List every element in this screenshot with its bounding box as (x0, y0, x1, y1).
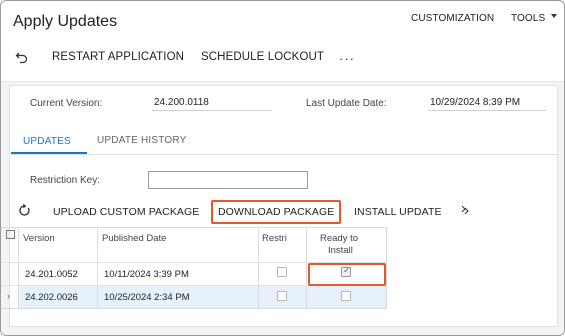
chevron-down-icon[interactable] (551, 14, 557, 18)
fit-columns-icon[interactable] (461, 205, 470, 215)
tabs-divider (10, 154, 557, 155)
column-header-ready-to[interactable]: Ready to (320, 233, 358, 244)
column-divider (97, 227, 98, 309)
row-2-published-date: 10/25/2024 2:34 PM (104, 292, 190, 303)
current-version-label: Current Version: (30, 98, 103, 109)
last-update-date-label: Last Update Date: (306, 98, 387, 109)
row-2-ready-checkbox[interactable] (341, 291, 351, 301)
tab-update-history[interactable]: UPDATE HISTORY (97, 135, 187, 146)
refresh-icon[interactable] (18, 204, 31, 217)
upload-custom-package-button[interactable]: UPLOAD CUSTOM PACKAGE (53, 206, 199, 218)
column-header-restricted[interactable]: Restri (262, 233, 287, 244)
column-divider (18, 227, 19, 309)
row-1-published-date: 10/11/2024 3:39 PM (104, 269, 189, 280)
customization-menu[interactable]: CUSTOMIZATION (411, 13, 494, 24)
more-options-icon[interactable]: ··· (339, 51, 355, 66)
column-divider (306, 227, 307, 309)
row-1-restricted-checkbox[interactable] (277, 267, 287, 277)
row-1-version: 24.201.0052 (25, 269, 78, 280)
current-version-value: 24.200.0118 (152, 95, 272, 111)
column-header-install[interactable]: Install (328, 245, 353, 256)
restriction-key-label: Restriction Key: (30, 175, 101, 186)
last-update-date-value: 10/29/2024 8:39 PM (428, 95, 546, 111)
chevron-right-icon: › (7, 291, 10, 301)
row-1-ready-checkbox[interactable]: ✓ (341, 265, 351, 277)
restriction-key-input[interactable] (148, 171, 308, 189)
download-package-button[interactable]: DOWNLOAD PACKAGE (218, 206, 334, 218)
column-header-published-date[interactable]: Published Date (102, 233, 166, 244)
install-update-button[interactable]: INSTALL UPDATE (354, 206, 442, 218)
page-title: Apply Updates (13, 13, 118, 30)
tools-menu[interactable]: TOOLS (511, 13, 545, 24)
grid-menu-icon[interactable] (6, 230, 15, 239)
column-header-version[interactable]: Version (23, 233, 55, 244)
row-2-restricted-checkbox[interactable] (277, 291, 287, 301)
row-2-version: 24.202.0026 (25, 292, 78, 303)
app-window: Apply Updates CUSTOMIZATION TOOLS RESTAR… (0, 0, 565, 336)
restart-application-button[interactable]: RESTART APPLICATION (52, 51, 184, 63)
schedule-lockout-button[interactable]: SCHEDULE LOCKOUT (201, 51, 324, 63)
checkmark-icon: ✓ (343, 265, 351, 275)
tab-updates[interactable]: UPDATES (23, 136, 71, 147)
undo-icon[interactable] (15, 50, 29, 64)
column-divider (258, 227, 259, 309)
